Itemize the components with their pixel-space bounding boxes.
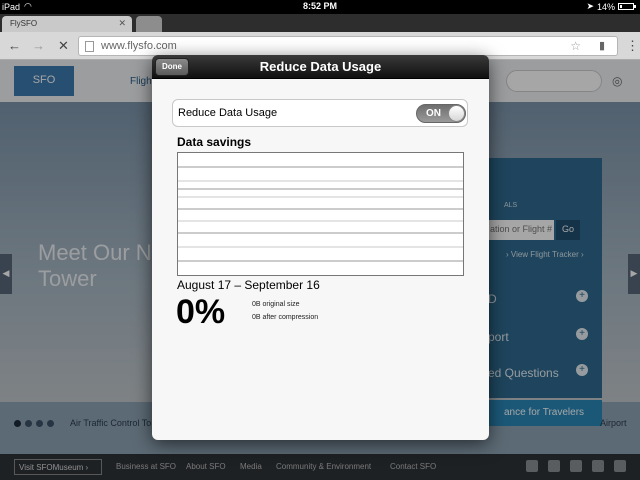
setting-label: Reduce Data Usage [178, 107, 278, 119]
stop-icon[interactable]: ✕ [58, 38, 69, 54]
address-bar[interactable]: www.flysfo.com ☆ ▮ [78, 36, 618, 56]
status-time: 8:52 PM [302, 1, 337, 11]
reduce-data-usage-toggle[interactable]: ON [416, 104, 466, 123]
dialog-header: Done Reduce Data Usage [152, 55, 489, 79]
location-arrow-icon: ➤ [586, 1, 594, 11]
date-range: August 17 – September 16 [177, 278, 320, 292]
battery-percent: 14% [596, 1, 615, 12]
tab-strip: FlySFO ✕ [0, 14, 640, 32]
back-icon[interactable]: ← [8, 38, 21, 53]
star-icon[interactable]: ☆ [570, 39, 581, 53]
after-compression-label: 0B after compression [252, 314, 319, 321]
tab-title: FlySFO [10, 19, 38, 28]
close-icon[interactable]: ✕ [118, 18, 126, 29]
data-savings-heading: Data savings [177, 135, 252, 149]
status-bar: iPad ◠ 8:52 PM ➤ 14% [0, 0, 640, 14]
dialog-title: Reduce Data Usage [259, 59, 382, 74]
menu-icon[interactable]: ⋮ [626, 38, 639, 54]
new-tab-button[interactable] [136, 16, 162, 32]
toggle-state-label: ON [426, 108, 441, 119]
toggle-knob[interactable] [448, 105, 465, 122]
battery-icon [618, 3, 636, 10]
data-savings-chart [177, 152, 464, 276]
url-text: www.flysfo.com [101, 40, 177, 52]
forward-icon[interactable]: → [32, 38, 45, 53]
tab-flysfo[interactable]: FlySFO ✕ [2, 16, 132, 32]
battery-fill [620, 5, 622, 8]
reduce-data-usage-dialog: Done Reduce Data Usage Reduce Data Usage… [152, 55, 489, 440]
savings-percent: 0% [176, 293, 226, 331]
status-right: ➤ 14% [586, 1, 636, 12]
chart-gridlines [178, 166, 463, 262]
page-icon [85, 41, 94, 52]
original-size-label: 0B original size [252, 301, 300, 308]
reduce-data-usage-row: Reduce Data Usage ON [172, 99, 468, 127]
mic-icon[interactable]: ▮ [599, 39, 605, 52]
